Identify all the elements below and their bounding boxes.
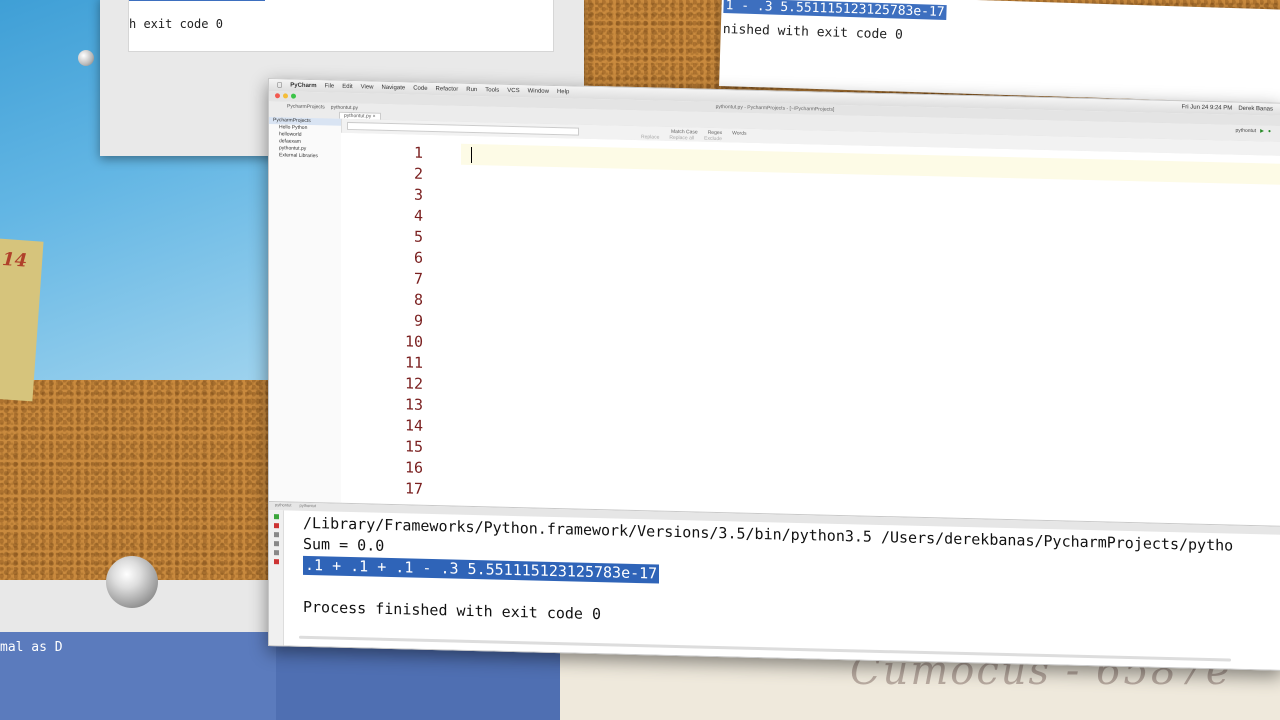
apple-icon[interactable]:  — [277, 82, 282, 89]
run-toolbar: pythontut ▶ ● — [1236, 128, 1271, 135]
line-number: 1 — [413, 143, 423, 162]
user-name[interactable]: Derek Banas — [1238, 106, 1273, 113]
line-number-gutter: 1 2 3 4 5 6 7 8 9 10 11 12 13 14 15 16 1… — [341, 141, 457, 501]
line-number: 15 — [404, 437, 423, 456]
clock-text: Fri Jun 24 9:24 PM — [1181, 104, 1233, 112]
pushpin-icon — [78, 50, 94, 66]
line-number: 4 — [413, 206, 423, 225]
run-tab[interactable]: pythontut — [299, 503, 315, 511]
print-icon[interactable] — [273, 550, 279, 556]
close-window-icon[interactable] — [275, 93, 280, 99]
breadcrumb: PycharmProjects pythontut.py — [287, 103, 358, 111]
line-number: 11 — [404, 353, 423, 372]
menu-tools[interactable]: Tools — [485, 87, 499, 93]
menu-vcs[interactable]: VCS — [507, 88, 519, 94]
line-number: 10 — [404, 332, 423, 351]
run-config-select[interactable]: pythontut — [1236, 128, 1257, 135]
project-tool-window: PycharmProjects Hello Python helloworld … — [269, 117, 342, 539]
app-menu[interactable]: PyCharm — [290, 83, 316, 90]
regex-checkbox[interactable]: Regex — [708, 130, 722, 136]
terminal-selected-text: 1 - .3 5.551115123125783e-17 — [723, 0, 947, 21]
line-number: 7 — [413, 269, 423, 288]
console-output[interactable]: /Library/Frameworks/Python.framework/Ver… — [303, 513, 1280, 642]
breadcrumb-project[interactable]: PycharmProjects — [287, 103, 325, 110]
menu-navigate[interactable]: Navigate — [382, 85, 406, 92]
menu-edit[interactable]: Edit — [342, 84, 352, 90]
terminal-text: h exit code 0 — [129, 17, 223, 31]
tree-item[interactable]: External Libraries — [269, 152, 341, 161]
rerun-icon[interactable] — [273, 514, 279, 520]
line-number: 12 — [404, 374, 423, 393]
zoom-window-icon[interactable] — [291, 93, 296, 99]
window-controls — [275, 93, 296, 99]
words-checkbox[interactable]: Words — [732, 130, 746, 136]
line-number: 13 — [404, 395, 423, 414]
close-run-icon[interactable] — [273, 559, 279, 565]
menu-refactor[interactable]: Refactor — [436, 86, 459, 93]
scroll-to-end-icon[interactable] — [273, 541, 279, 547]
selection-highlight — [129, 0, 265, 1]
pause-icon[interactable] — [273, 532, 279, 538]
line-number: 8 — [413, 290, 423, 309]
background-terminal-top-right: 1 - .3 5.551115123125783e-17 nished with… — [719, 0, 1280, 105]
terminal-text: nished with exit code 0 — [722, 22, 903, 43]
sticky-note-number: 14 — [1, 248, 28, 272]
background-paper-bottom-left: mal as D — [0, 580, 300, 720]
run-tool-window: pythontut pythontut /Library/Frameworks/… — [269, 501, 1280, 671]
menu-window[interactable]: Window — [528, 88, 549, 95]
menu-view[interactable]: View — [361, 84, 374, 90]
menu-run[interactable]: Run — [466, 87, 477, 93]
pycharm-window:  PyCharm File Edit View Navigate Code R… — [268, 78, 1280, 671]
text-caret — [471, 146, 472, 163]
run-icon[interactable]: ▶ — [1260, 128, 1264, 134]
line-number: 9 — [413, 311, 423, 330]
minimize-window-icon[interactable] — [283, 93, 288, 99]
metal-knob-icon — [106, 556, 158, 608]
debug-icon[interactable]: ● — [1268, 128, 1271, 134]
stop-icon[interactable] — [273, 523, 279, 529]
breadcrumb-file[interactable]: pythontut.py — [331, 105, 358, 112]
menu-help[interactable]: Help — [557, 89, 569, 95]
menu-file[interactable]: File — [325, 83, 335, 89]
line-number: 2 — [413, 164, 423, 183]
menu-code[interactable]: Code — [413, 86, 427, 92]
line-number: 17 — [404, 479, 423, 498]
line-number: 16 — [404, 458, 423, 477]
code-editor[interactable]: 1 2 3 4 5 6 7 8 9 10 11 12 13 14 15 16 1… — [341, 132, 1280, 526]
run-side-toolbar — [269, 510, 284, 647]
line-number: 3 — [413, 185, 423, 204]
line-number: 6 — [413, 248, 423, 267]
line-number: 14 — [404, 416, 423, 435]
line-number: 5 — [413, 227, 423, 246]
paper-text: mal as D — [0, 640, 63, 655]
match-case-checkbox[interactable]: Match Case — [671, 129, 698, 136]
